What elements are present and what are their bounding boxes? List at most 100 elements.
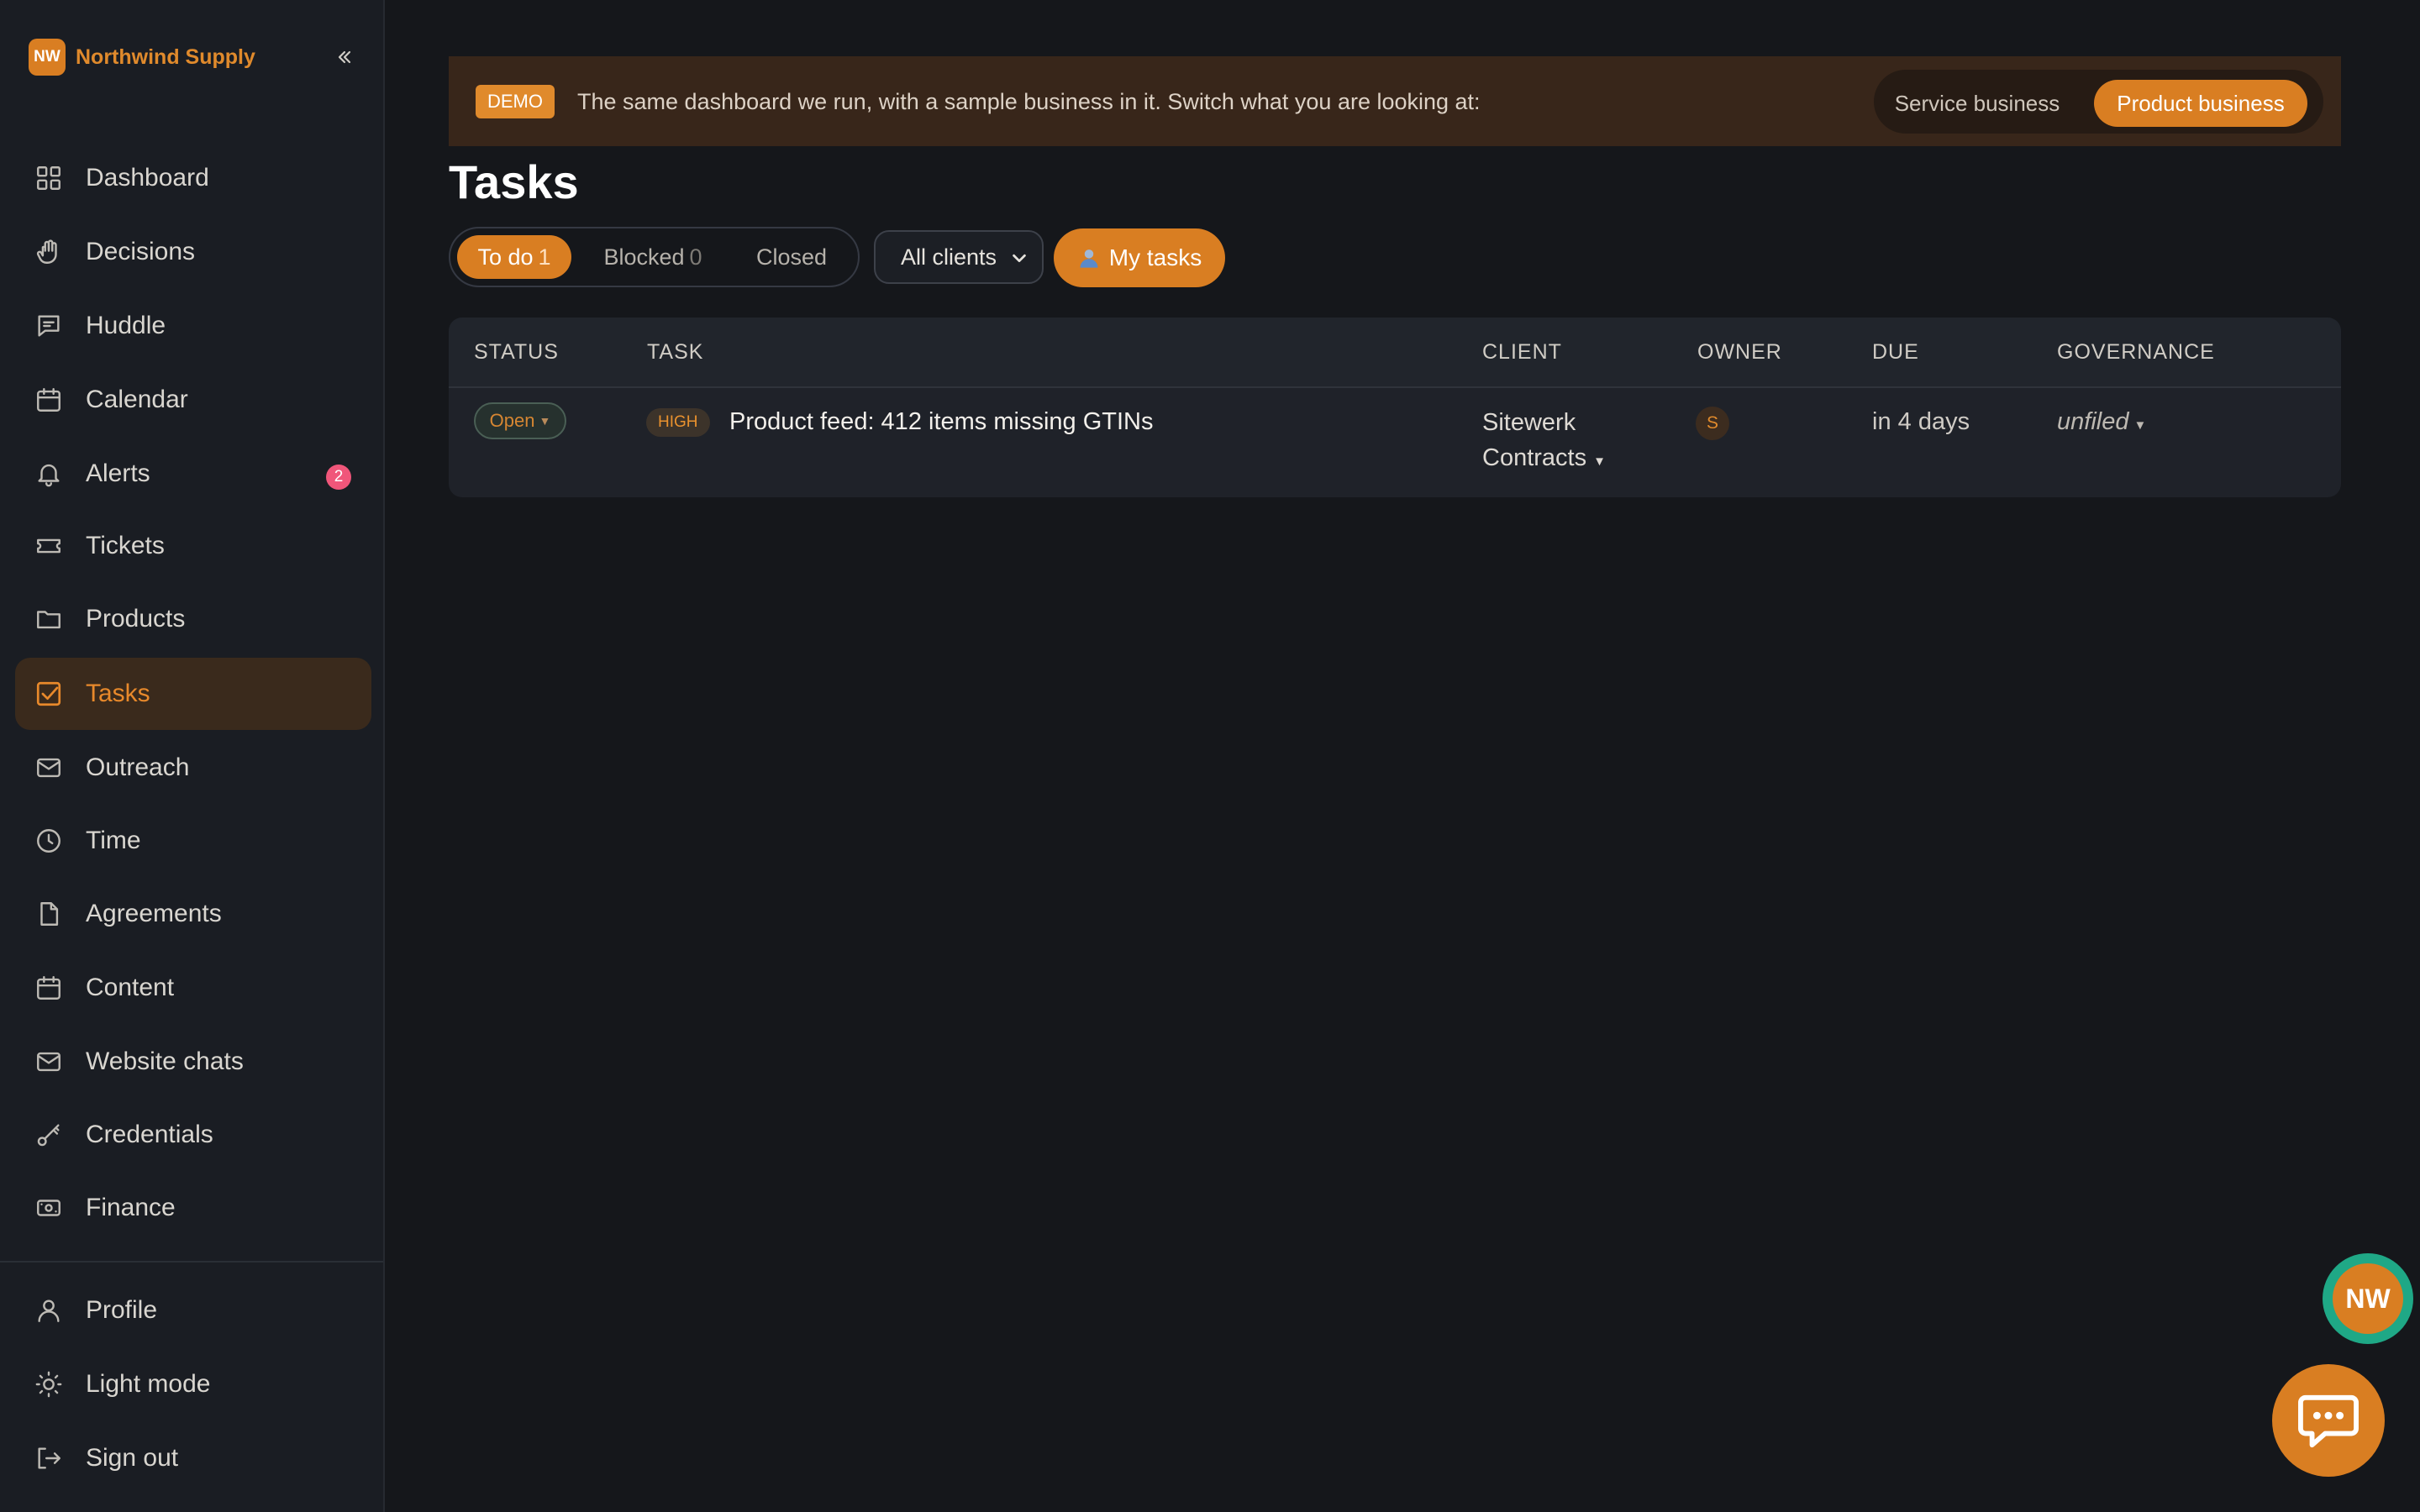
my-tasks-label: My tasks: [1108, 244, 1202, 270]
tab-to-do[interactable]: To do 1: [457, 235, 571, 279]
sidebar-item-huddle[interactable]: Huddle: [15, 290, 371, 362]
table-header: STATUS TASK CLIENT OWNER DUE GOVERNANCE: [449, 318, 2341, 388]
sidebar-item-agreements[interactable]: Agreements: [15, 878, 371, 950]
governance-dropdown[interactable]: unfiled ▼: [2057, 405, 2146, 443]
sun-icon: [34, 1369, 64, 1399]
client-dropdown[interactable]: Sitewerk Contracts ▼: [1482, 405, 1650, 480]
sidebar-item-label: Outreach: [86, 753, 190, 781]
sidebar-item-tasks[interactable]: Tasks: [15, 658, 371, 730]
sidebar-item-profile[interactable]: Profile: [15, 1274, 371, 1347]
floating-avatar-text: NW: [2333, 1263, 2403, 1334]
product-business-button[interactable]: Product business: [2094, 80, 2307, 127]
sidebar-item-website-chats[interactable]: Website chats: [15, 1026, 371, 1098]
owner-avatar[interactable]: S: [1696, 407, 1729, 440]
brand-name: Northwind Supply: [76, 45, 255, 69]
sidebar-item-finance[interactable]: Finance: [15, 1172, 371, 1244]
brand[interactable]: NW Northwind Supply: [29, 39, 255, 76]
brand-logo: NW: [29, 39, 66, 76]
sidebar-item-credentials[interactable]: Credentials: [15, 1099, 371, 1171]
sidebar-item-label: Products: [86, 605, 186, 633]
tab-label: Closed: [755, 244, 828, 270]
status-value: Open: [489, 410, 535, 431]
chat-bubble-icon: [2298, 1394, 2359, 1448]
file-icon: [34, 899, 64, 929]
governance-value: unfiled: [2057, 408, 2129, 435]
mail-icon: [34, 1047, 64, 1077]
column-header-client[interactable]: CLIENT: [1482, 338, 1562, 366]
sidebar: NW Northwind Supply Dashboard Decisions …: [0, 0, 385, 1512]
bell-icon: [34, 459, 64, 489]
sidebar-item-label: Content: [86, 974, 175, 1001]
column-header-task[interactable]: TASK: [647, 338, 703, 366]
business-type-toggle: Service business Product business: [1874, 70, 2323, 134]
sidebar-item-label: Huddle: [86, 312, 166, 339]
sidebar-item-label: Tickets: [86, 532, 165, 559]
user-icon: [34, 1295, 64, 1326]
mail-icon: [34, 753, 64, 783]
caret-down-icon: ▼: [1593, 454, 1606, 469]
sidebar-item-label: Credentials: [86, 1121, 213, 1148]
client-filter-select[interactable]: All clients: [874, 230, 1044, 284]
folder-icon: [34, 604, 64, 634]
banknote-icon: [34, 1193, 64, 1223]
calendar-icon: [34, 385, 64, 415]
caret-down-icon: ▼: [2133, 418, 2147, 433]
calendar-icon: [34, 973, 64, 1003]
tab-count: 0: [689, 244, 702, 270]
due-date: in 4 days: [1872, 408, 1970, 435]
sidebar-item-label: Alerts: [86, 459, 150, 487]
hand-icon: [34, 237, 64, 267]
my-tasks-button[interactable]: My tasks: [1054, 228, 1225, 287]
chevron-down-icon: [1013, 254, 1026, 263]
person-icon: [1077, 246, 1101, 270]
demo-banner: DEMO The same dashboard we run, with a s…: [449, 56, 2341, 146]
sidebar-item-sign-out[interactable]: Sign out: [15, 1422, 371, 1494]
tab-count: 1: [538, 244, 551, 270]
tab-label: To do: [477, 244, 534, 270]
sidebar-item-label: Agreements: [86, 900, 222, 927]
chat-button[interactable]: [2272, 1364, 2385, 1477]
sidebar-item-label: Finance: [86, 1194, 176, 1221]
sidebar-item-light-mode[interactable]: Light mode: [15, 1348, 371, 1420]
collapse-sidebar-button[interactable]: [334, 40, 355, 74]
checkbox-icon: [34, 679, 64, 709]
sidebar-item-tickets[interactable]: Tickets: [15, 510, 371, 582]
sidebar-item-content[interactable]: Content: [15, 952, 371, 1024]
task-status-tabs: To do 1 Blocked 0 Closed: [449, 227, 860, 287]
sidebar-item-dashboard[interactable]: Dashboard: [15, 142, 371, 214]
alerts-count-badge: 2: [326, 465, 351, 490]
page-title: Tasks: [449, 155, 579, 208]
sidebar-item-label: Decisions: [86, 238, 196, 265]
sidebar-item-calendar[interactable]: Calendar: [15, 364, 371, 436]
demo-banner-text: The same dashboard we run, with a sample…: [577, 89, 1481, 114]
chevrons-left-icon: [338, 50, 351, 64]
clock-icon: [34, 826, 64, 856]
column-header-owner[interactable]: OWNER: [1697, 338, 1782, 366]
floating-avatar[interactable]: NW: [2323, 1253, 2413, 1344]
column-header-due[interactable]: DUE: [1872, 338, 1919, 366]
sidebar-item-label: Dashboard: [86, 164, 209, 192]
sidebar-item-label: Profile: [86, 1296, 158, 1324]
sidebar-item-products[interactable]: Products: [15, 583, 371, 655]
sidebar-item-alerts[interactable]: Alerts 2: [15, 438, 371, 510]
sidebar-item-label: Tasks: [86, 680, 150, 707]
sidebar-item-label: Sign out: [86, 1444, 179, 1472]
sidebar-item-decisions[interactable]: Decisions: [15, 216, 371, 288]
sidebar-item-outreach[interactable]: Outreach: [15, 732, 371, 804]
service-business-button[interactable]: Service business: [1882, 80, 2072, 127]
tab-blocked[interactable]: Blocked 0: [585, 235, 721, 279]
column-header-governance[interactable]: GOVERNANCE: [2057, 338, 2215, 366]
status-dropdown[interactable]: Open ▼: [474, 402, 566, 439]
client-filter-value: All clients: [901, 244, 997, 270]
tab-closed[interactable]: Closed: [733, 235, 850, 279]
message-square-icon: [34, 311, 64, 341]
tasks-table: STATUS TASK CLIENT OWNER DUE GOVERNANCE …: [449, 318, 2341, 497]
client-value: Sitewerk Contracts: [1482, 409, 1587, 471]
priority-badge: HIGH: [646, 408, 710, 437]
caret-down-icon: ▼: [539, 414, 551, 428]
sidebar-divider: [0, 1261, 383, 1263]
sidebar-item-time[interactable]: Time: [15, 805, 371, 877]
column-header-status[interactable]: STATUS: [474, 338, 559, 366]
task-title-link[interactable]: Product feed: 412 items missing GTINs: [729, 405, 1153, 438]
grid-icon: [34, 163, 64, 193]
